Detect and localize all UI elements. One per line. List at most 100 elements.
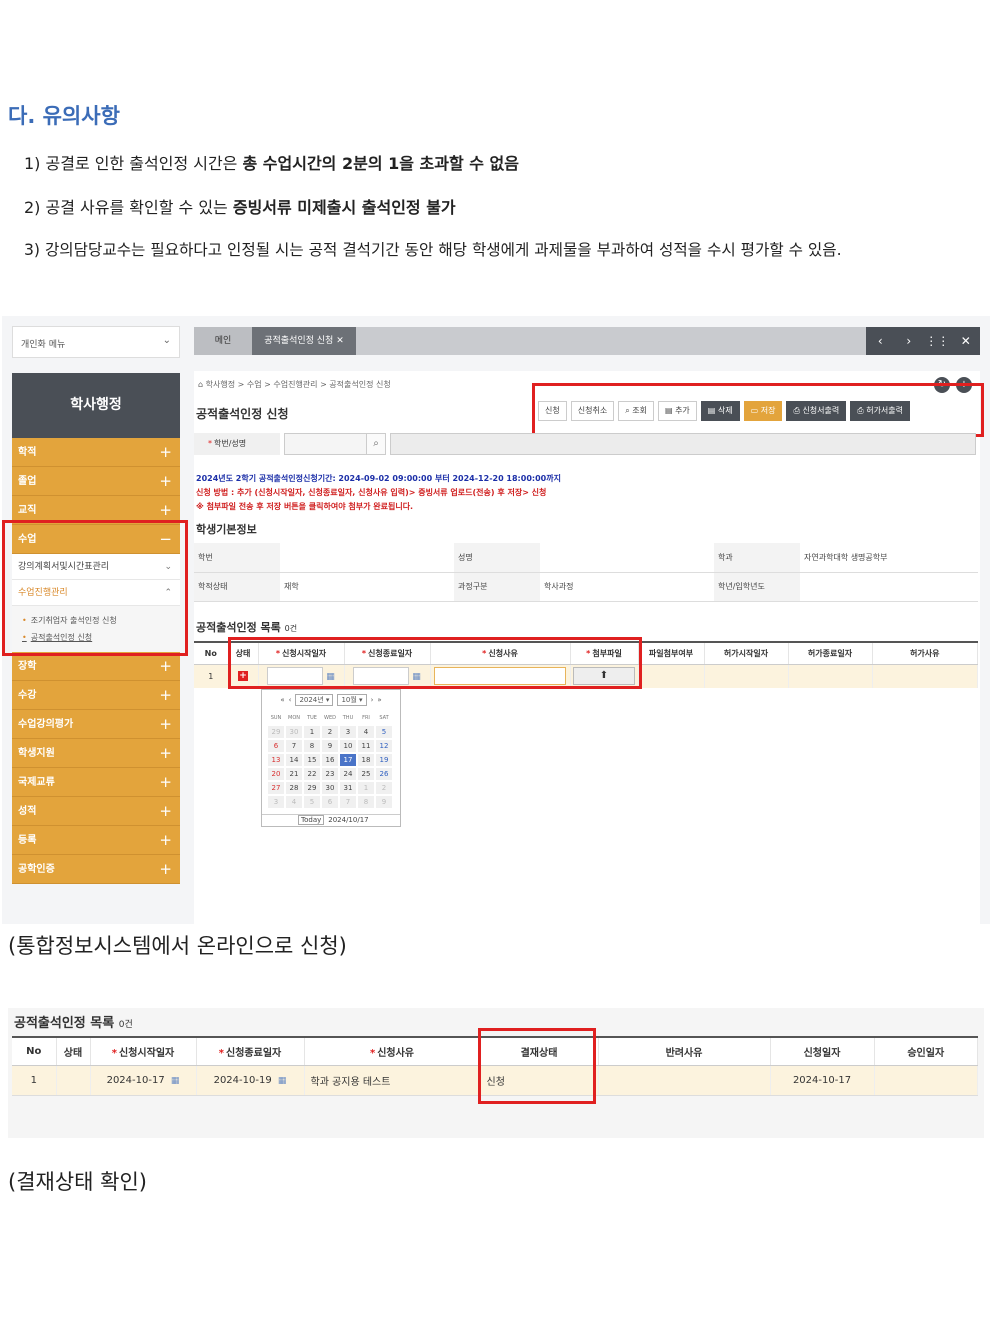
plus-icon: +: [159, 744, 172, 762]
label-course: 과정구분: [454, 572, 540, 602]
date-cell[interactable]: 28: [286, 782, 302, 794]
value-dept: 자연과학대학 생명공학부: [800, 543, 978, 573]
today-button[interactable]: Today: [298, 815, 325, 825]
caption-approval: (결재상태 확인): [8, 1170, 147, 1194]
calendar-icon[interactable]: ▦: [278, 1076, 287, 1086]
date-cell[interactable]: 5: [376, 726, 392, 738]
year-select[interactable]: 2024년 ▾: [295, 694, 334, 706]
date-cell[interactable]: 15: [304, 754, 320, 766]
col-permit-start: 허가시작일자: [704, 641, 789, 665]
date-cell[interactable]: 30: [286, 726, 302, 738]
section-heading: 다. 유의사항: [8, 104, 120, 128]
date-cell[interactable]: 31: [340, 782, 356, 794]
tab-official-attendance[interactable]: 공적출석인정 신청 ✕: [252, 327, 356, 355]
sidebar-item-registration[interactable]: 등록 +: [12, 826, 180, 855]
sidebar-item-certification[interactable]: 공학인증 +: [12, 855, 180, 884]
date-cell[interactable]: 8: [358, 796, 374, 808]
chevron-right-icon[interactable]: ›: [895, 327, 924, 355]
chevron-left-icon[interactable]: ‹: [866, 327, 895, 355]
date-cell[interactable]: 29: [268, 726, 284, 738]
sidebar-item-support[interactable]: 학생지원 +: [12, 739, 180, 768]
double-chevron-left-icon[interactable]: «: [280, 696, 284, 704]
date-cell[interactable]: 1: [358, 782, 374, 794]
sidebar-title: 학사행정: [12, 373, 180, 438]
col-attach-yn: 파일첨부여부: [638, 641, 705, 665]
date-cell[interactable]: 2: [322, 726, 338, 738]
tab-controls: ‹ › ⋮⋮ ✕: [866, 327, 980, 355]
date-cell[interactable]: 17: [340, 754, 356, 766]
main-content: ⌂ 학사행정 > 수업 > 수업진행관리 > 공적출석인정 신청 ↻ + 공적출…: [194, 371, 984, 924]
date-cell[interactable]: 18: [358, 754, 374, 766]
date-cell[interactable]: 16: [322, 754, 338, 766]
sidebar-item-hakjeok[interactable]: 학적 +: [12, 438, 180, 467]
plus-icon: +: [159, 715, 172, 733]
date-picker-header: « ‹ 2024년 ▾ 10월 ▾ › »: [262, 692, 400, 708]
sidebar-item-grades[interactable]: 성적 +: [12, 797, 180, 826]
date-picker: « ‹ 2024년 ▾ 10월 ▾ › » SUN MON TUE WED THU FRI…: [261, 689, 401, 827]
date-cell[interactable]: 23: [322, 768, 338, 780]
date-cell[interactable]: 26: [376, 768, 392, 780]
screenshot-approval: 공적출석인정 목록 0건 No 상태 * 신청시작일자 * 신청종료일자 * 신청사유…: [8, 1008, 984, 1138]
sidebar-item-evaluation[interactable]: 수업강의평가 +: [12, 710, 180, 739]
sidebar-item-graduation[interactable]: 졸업 +: [12, 467, 180, 496]
date-cell[interactable]: 6: [268, 740, 284, 752]
double-chevron-right-icon[interactable]: »: [377, 696, 381, 704]
date-cell[interactable]: 21: [286, 768, 302, 780]
date-cell[interactable]: 13: [268, 754, 284, 766]
date-cell[interactable]: 27: [268, 782, 284, 794]
chevron-left-icon[interactable]: ‹: [289, 696, 292, 704]
plus-icon: +: [159, 443, 172, 461]
highlight-required-cols: [228, 637, 642, 689]
date-cell[interactable]: 30: [322, 782, 338, 794]
date-cell[interactable]: 3: [268, 796, 284, 808]
calendar-icon[interactable]: ▦: [171, 1076, 180, 1086]
plus-icon: +: [159, 657, 172, 675]
plus-icon: +: [159, 686, 172, 704]
chevron-right-icon[interactable]: ›: [371, 696, 374, 704]
date-cell[interactable]: 7: [286, 740, 302, 752]
date-cell[interactable]: 11: [358, 740, 374, 752]
note-2: 2) 공결 사유를 확인할 수 있는 증빙서류 미제출시 출석인정 불가: [24, 198, 456, 217]
close-icon[interactable]: ✕: [952, 327, 981, 355]
date-cell[interactable]: 12: [376, 740, 392, 752]
tab-main[interactable]: 메인: [194, 327, 252, 355]
date-cell[interactable]: 24: [340, 768, 356, 780]
date-cell[interactable]: 25: [358, 768, 374, 780]
col-reason: * 신청사유: [304, 1036, 481, 1066]
col-no: No: [194, 641, 229, 665]
list-title: 공적출석인정 목록 0건: [196, 621, 298, 634]
sidebar-item-international[interactable]: 국제교류 +: [12, 768, 180, 797]
sidebar-item-scholarship[interactable]: 장학 +: [12, 652, 180, 681]
date-cell[interactable]: 2: [376, 782, 392, 794]
date-cell[interactable]: 29: [304, 782, 320, 794]
date-cell[interactable]: 19: [376, 754, 392, 766]
date-cell[interactable]: 9: [322, 740, 338, 752]
list-count: 0건: [118, 1020, 133, 1030]
search-icon[interactable]: ⌕: [366, 433, 386, 455]
student-id-input[interactable]: [284, 433, 368, 455]
label-dept: 학과: [714, 543, 800, 573]
date-cell[interactable]: 10: [340, 740, 356, 752]
weekday-label: THU: [342, 715, 354, 721]
col-end: * 신청종료일자: [196, 1036, 305, 1066]
grid-icon[interactable]: ⋮⋮: [923, 327, 952, 355]
date-cell[interactable]: 9: [376, 796, 392, 808]
date-cell[interactable]: 3: [340, 726, 356, 738]
date-cell[interactable]: 22: [304, 768, 320, 780]
month-select[interactable]: 10월 ▾: [337, 694, 367, 706]
col-permit-end: 허가종료일자: [788, 641, 873, 665]
personal-menu-select[interactable]: 개인화 메뉴 ⌄: [12, 326, 180, 358]
date-cell[interactable]: 8: [304, 740, 320, 752]
date-cell[interactable]: 14: [286, 754, 302, 766]
date-cell[interactable]: 5: [304, 796, 320, 808]
date-cell[interactable]: 1: [304, 726, 320, 738]
plus-icon: +: [159, 831, 172, 849]
date-cell[interactable]: 7: [340, 796, 356, 808]
date-cell[interactable]: 4: [358, 726, 374, 738]
date-cell[interactable]: 6: [322, 796, 338, 808]
home-icon[interactable]: ⌂: [198, 380, 203, 389]
sidebar-item-enroll[interactable]: 수강 +: [12, 681, 180, 710]
date-cell[interactable]: 20: [268, 768, 284, 780]
date-cell[interactable]: 4: [286, 796, 302, 808]
tab-bar: 메인 공적출석인정 신청 ✕ ‹ › ⋮⋮ ✕: [194, 327, 980, 355]
